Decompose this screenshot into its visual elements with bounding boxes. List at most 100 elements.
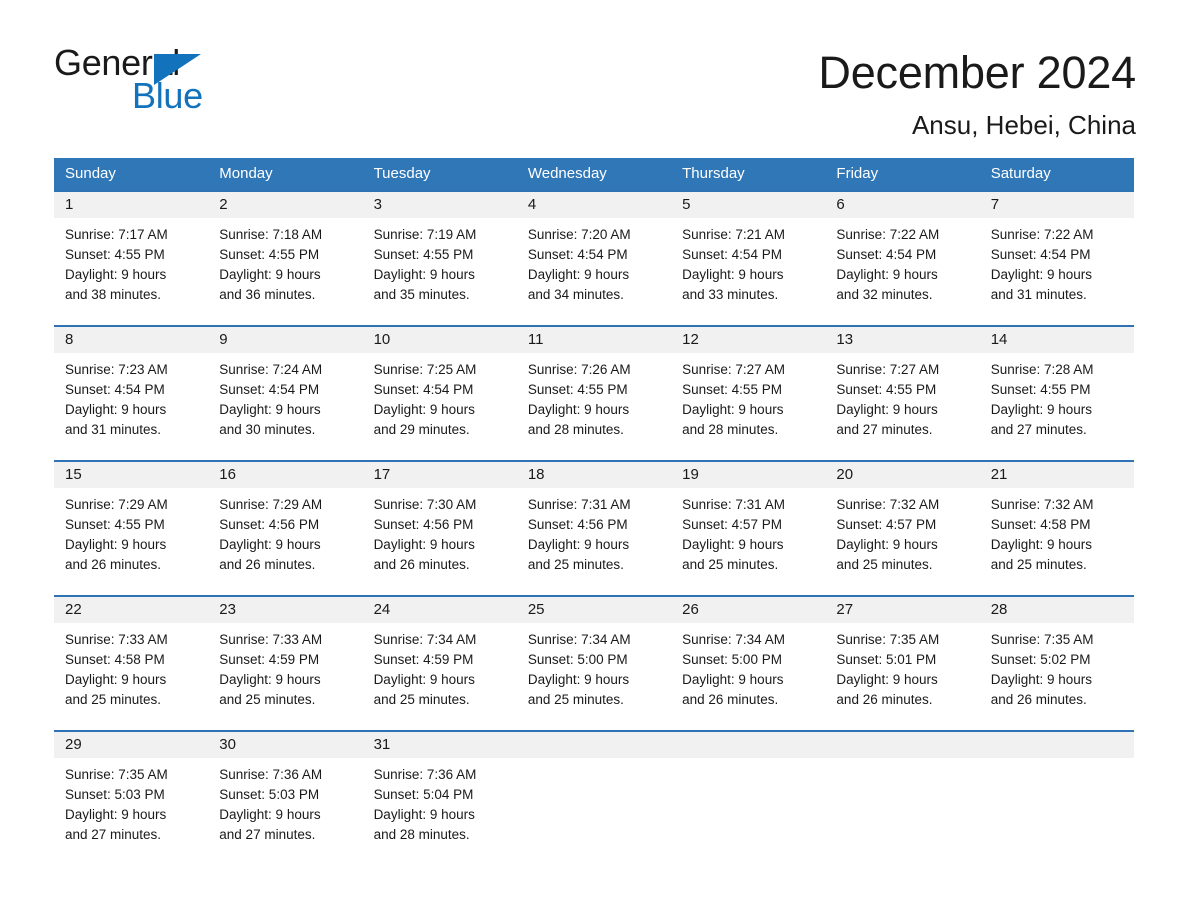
day-number: 30 — [208, 732, 363, 758]
weekday-header-tuesday: Tuesday — [373, 165, 431, 182]
day-cell[interactable]: 29 Sunrise: 7:35 AM Sunset: 5:03 PM Dayligh… — [54, 732, 209, 865]
day-details — [671, 758, 825, 765]
day-details: Sunrise: 7:22 AM Sunset: 4:54 PM Daylight:… — [825, 218, 979, 305]
day-cell[interactable]: 17 Sunrise: 7:30 AM Sunset: 4:56 PM Dayligh… — [362, 462, 517, 595]
day-details: Sunrise: 7:22 AM Sunset: 4:54 PM Daylight:… — [980, 218, 1134, 305]
day-cell[interactable]: 1 Sunrise: 7:17 AM Sunset: 4:55 PM Daylight… — [54, 192, 209, 325]
day-number: 29 — [54, 732, 209, 758]
day-cell[interactable]: 18 Sunrise: 7:31 AM Sunset: 4:56 PM Dayligh… — [516, 462, 672, 595]
day-cell[interactable]: 10 Sunrise: 7:25 AM Sunset: 4:54 PM Dayligh… — [362, 327, 517, 460]
sunset-text: Sunset: 5:00 PM — [682, 652, 782, 667]
calendar-week-row: 29 Sunrise: 7:35 AM Sunset: 5:03 PM Dayligh… — [54, 730, 1134, 865]
day-cell[interactable]: 22 Sunrise: 7:33 AM Sunset: 4:58 PM Dayligh… — [54, 597, 209, 730]
daylight-text-line1: Daylight: 9 hours — [836, 267, 938, 282]
day-cell[interactable]: 27 Sunrise: 7:35 AM Sunset: 5:01 PM Dayligh… — [825, 597, 980, 730]
daylight-text-line1: Daylight: 9 hours — [527, 672, 630, 687]
day-details: Sunrise: 7:27 AM Sunset: 4:55 PM Daylight:… — [671, 353, 825, 440]
day-cell[interactable]: 6 Sunrise: 7:22 AM Sunset: 4:54 PM Daylight… — [825, 192, 980, 325]
day-details: Sunrise: 7:27 AM Sunset: 4:55 PM Daylight:… — [825, 353, 979, 440]
daylight-text-line1: Daylight: 9 hours — [527, 537, 630, 552]
daylight-text-line2: and 25 minutes. — [527, 692, 624, 707]
day-cell[interactable]: 5 Sunrise: 7:21 AM Sunset: 4:54 PM Daylight… — [671, 192, 826, 325]
day-cell[interactable]: 28 Sunrise: 7:35 AM Sunset: 5:02 PM Dayligh… — [979, 597, 1134, 730]
sunset-text: Sunset: 4:55 PM — [373, 247, 474, 262]
daylight-text-line2: and 26 minutes. — [373, 557, 470, 572]
daylight-text-line2: and 27 minutes. — [836, 422, 933, 437]
sunrise-text: Sunrise: 7:22 AM — [836, 227, 940, 242]
daylight-text-line1: Daylight: 9 hours — [990, 267, 1093, 282]
day-details: Sunrise: 7:17 AM Sunset: 4:55 PM Daylight:… — [54, 218, 208, 305]
daylight-text-line2: and 28 minutes. — [682, 422, 779, 437]
daylight-text-line1: Daylight: 9 hours — [219, 672, 321, 687]
daylight-text-line2: and 26 minutes. — [65, 557, 162, 572]
sunset-text: Sunset: 4:55 PM — [219, 247, 320, 262]
daylight-text-line1: Daylight: 9 hours — [990, 402, 1093, 417]
day-cell[interactable]: 4 Sunrise: 7:20 AM Sunset: 4:54 PM Daylight… — [516, 192, 672, 325]
day-cell-empty — [516, 732, 672, 865]
sunset-text: Sunset: 4:57 PM — [836, 517, 937, 532]
daylight-text-line1: Daylight: 9 hours — [373, 672, 475, 687]
day-cell[interactable]: 31 Sunrise: 7:36 AM Sunset: 5:04 PM Dayligh… — [362, 732, 517, 865]
day-cell[interactable]: 30 Sunrise: 7:36 AM Sunset: 5:03 PM Dayligh… — [208, 732, 363, 865]
day-number: 7 — [979, 192, 1134, 218]
day-cell[interactable]: 12 Sunrise: 7:27 AM Sunset: 4:55 PM Dayligh… — [671, 327, 826, 460]
day-details: Sunrise: 7:23 AM Sunset: 4:54 PM Daylight:… — [54, 353, 208, 440]
day-number: 17 — [362, 462, 517, 488]
calendar-week-row: 8 Sunrise: 7:23 AM Sunset: 4:54 PM Daylight… — [54, 325, 1134, 460]
day-details: Sunrise: 7:29 AM Sunset: 4:55 PM Daylight:… — [54, 488, 208, 575]
day-details: Sunrise: 7:29 AM Sunset: 4:56 PM Daylight:… — [208, 488, 362, 575]
location-subtitle: Ansu, Hebei, China — [911, 110, 1136, 140]
day-cell[interactable]: 3 Sunrise: 7:19 AM Sunset: 4:55 PM Daylight… — [362, 192, 517, 325]
general-blue-logo: General Blue — [54, 44, 234, 124]
day-cell[interactable]: 25 Sunrise: 7:34 AM Sunset: 5:00 PM Dayligh… — [516, 597, 672, 730]
day-details: Sunrise: 7:36 AM Sunset: 5:04 PM Daylight:… — [363, 758, 517, 845]
day-cell[interactable]: 16 Sunrise: 7:29 AM Sunset: 4:56 PM Dayligh… — [208, 462, 363, 595]
sunset-text: Sunset: 4:59 PM — [373, 652, 474, 667]
daylight-text-line1: Daylight: 9 hours — [65, 672, 167, 687]
daylight-text-line2: and 33 minutes. — [682, 287, 779, 302]
day-cell-empty — [825, 732, 980, 865]
sunrise-text: Sunrise: 7:29 AM — [65, 497, 168, 512]
day-details: Sunrise: 7:31 AM Sunset: 4:57 PM Daylight:… — [671, 488, 825, 575]
day-cell[interactable]: 26 Sunrise: 7:34 AM Sunset: 5:00 PM Dayligh… — [671, 597, 826, 730]
day-cell[interactable]: 21 Sunrise: 7:32 AM Sunset: 4:58 PM Dayligh… — [979, 462, 1134, 595]
sunrise-text: Sunrise: 7:22 AM — [990, 227, 1094, 242]
calendar-week-row: 22 Sunrise: 7:33 AM Sunset: 4:58 PM Dayligh… — [54, 595, 1134, 730]
sunset-text: Sunset: 4:55 PM — [836, 382, 937, 397]
daylight-text-line2: and 28 minutes. — [373, 827, 470, 842]
sunset-text: Sunset: 5:01 PM — [836, 652, 937, 667]
day-cell[interactable]: 8 Sunrise: 7:23 AM Sunset: 4:54 PM Daylight… — [54, 327, 209, 460]
day-details: Sunrise: 7:21 AM Sunset: 4:54 PM Daylight:… — [671, 218, 825, 305]
weekday-header-monday: Monday — [219, 165, 273, 182]
day-number: 28 — [979, 597, 1134, 623]
day-cell[interactable]: 23 Sunrise: 7:33 AM Sunset: 4:59 PM Dayligh… — [208, 597, 363, 730]
day-number: 14 — [979, 327, 1134, 353]
day-number: 5 — [671, 192, 826, 218]
day-details: Sunrise: 7:30 AM Sunset: 4:56 PM Daylight:… — [363, 488, 517, 575]
day-cell[interactable]: 20 Sunrise: 7:32 AM Sunset: 4:57 PM Dayligh… — [825, 462, 980, 595]
sunset-text: Sunset: 4:59 PM — [219, 652, 320, 667]
day-number — [671, 732, 826, 758]
sunrise-text: Sunrise: 7:24 AM — [219, 362, 323, 377]
daylight-text-line2: and 36 minutes. — [219, 287, 316, 302]
day-cell[interactable]: 15 Sunrise: 7:29 AM Sunset: 4:55 PM Dayligh… — [54, 462, 209, 595]
sunset-text: Sunset: 4:55 PM — [527, 382, 628, 397]
day-cell[interactable]: 11 Sunrise: 7:26 AM Sunset: 4:55 PM Dayligh… — [516, 327, 672, 460]
day-details: Sunrise: 7:35 AM Sunset: 5:01 PM Daylight:… — [825, 623, 979, 710]
day-details: Sunrise: 7:32 AM Sunset: 4:58 PM Daylight:… — [980, 488, 1134, 575]
day-cell[interactable]: 14 Sunrise: 7:28 AM Sunset: 4:55 PM Dayligh… — [979, 327, 1134, 460]
daylight-text-line1: Daylight: 9 hours — [990, 537, 1093, 552]
day-cell[interactable]: 13 Sunrise: 7:27 AM Sunset: 4:55 PM Dayligh… — [825, 327, 980, 460]
day-cell[interactable]: 24 Sunrise: 7:34 AM Sunset: 4:59 PM Dayligh… — [362, 597, 517, 730]
day-cell[interactable]: 7 Sunrise: 7:22 AM Sunset: 4:54 PM Daylight… — [979, 192, 1134, 325]
day-cell[interactable]: 2 Sunrise: 7:18 AM Sunset: 4:55 PM Daylight… — [208, 192, 363, 325]
sunrise-text: Sunrise: 7:34 AM — [373, 632, 477, 647]
day-cell[interactable]: 19 Sunrise: 7:31 AM Sunset: 4:57 PM Dayligh… — [671, 462, 826, 595]
calendar-week-row: 15 Sunrise: 7:29 AM Sunset: 4:55 PM Dayligh… — [54, 460, 1134, 595]
sunrise-text: Sunrise: 7:35 AM — [836, 632, 940, 647]
day-details: Sunrise: 7:36 AM Sunset: 5:03 PM Daylight:… — [208, 758, 362, 845]
day-cell[interactable]: 9 Sunrise: 7:24 AM Sunset: 4:54 PM Daylight… — [208, 327, 363, 460]
daylight-text-line2: and 34 minutes. — [527, 287, 624, 302]
daylight-text-line1: Daylight: 9 hours — [373, 807, 475, 822]
sunset-text: Sunset: 5:03 PM — [65, 787, 165, 802]
